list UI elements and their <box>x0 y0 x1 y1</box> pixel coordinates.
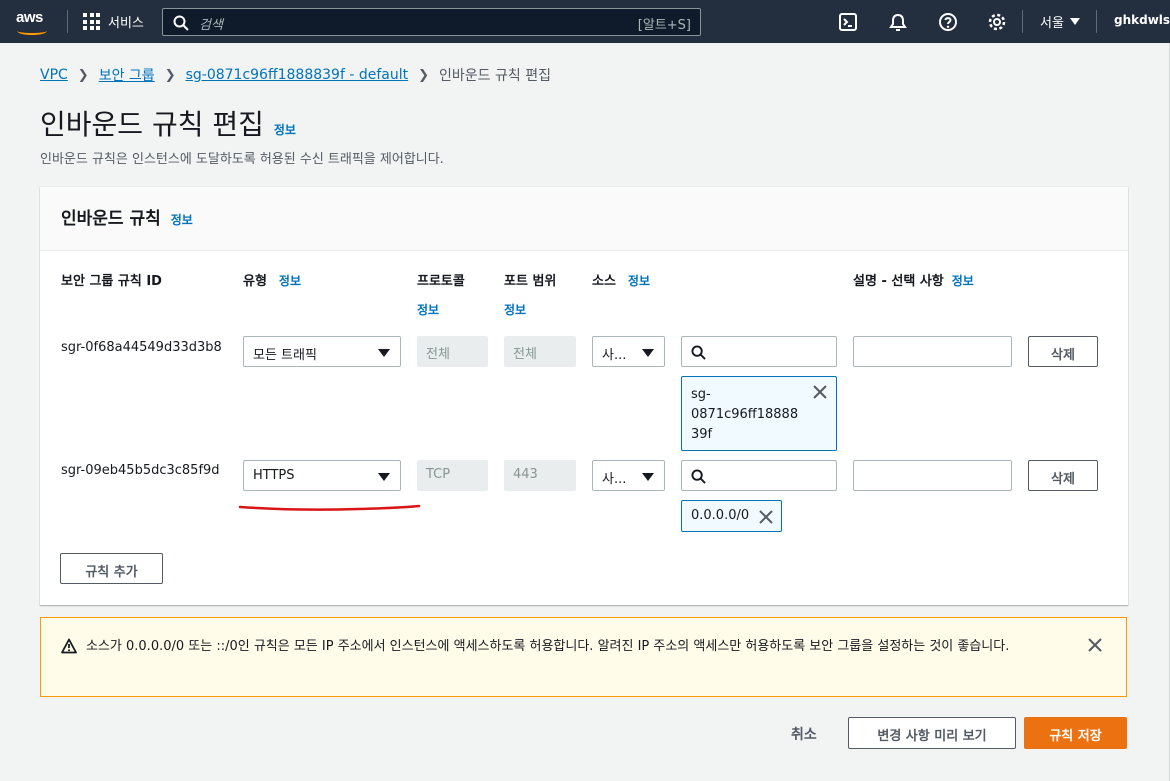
caret-down-icon <box>1069 18 1080 25</box>
panel-title: 인바운드 규칙 <box>61 209 161 229</box>
info-link[interactable]: 정보 <box>417 301 439 318</box>
page-title: 인바운드 규칙 편집 <box>40 108 264 141</box>
protocol-field: 전체 <box>417 336 488 367</box>
caret-down-icon <box>378 349 390 357</box>
bell-icon[interactable] <box>888 12 908 32</box>
services-label: 서비스 <box>108 16 144 31</box>
warning-text: 소스가 0.0.0.0/0 또는 ::/0인 규칙은 모든 IP 주소에서 인스… <box>86 639 1010 654</box>
close-icon[interactable] <box>813 385 827 399</box>
source-type-value: 사... <box>602 472 627 487</box>
source-token: sg- 0871c96ff18888 39f <box>681 376 837 451</box>
info-link[interactable]: 정보 <box>628 274 650 288</box>
description-input[interactable] <box>853 336 1012 367</box>
search-icon <box>691 345 706 360</box>
source-token-label: sg- 0871c96ff18888 39f <box>691 385 798 445</box>
source-type-select[interactable]: 사... <box>592 460 665 491</box>
close-icon[interactable] <box>1088 638 1102 652</box>
info-link[interactable]: 정보 <box>504 301 526 318</box>
services-menu[interactable]: 서비스 <box>83 12 144 31</box>
warning-alert: 소스가 0.0.0.0/0 또는 ::/0인 규칙은 모든 IP 주소에서 인스… <box>40 617 1127 697</box>
red-underline-annotation <box>238 504 421 511</box>
caret-down-icon <box>378 473 390 481</box>
cloudshell-icon[interactable] <box>838 12 858 32</box>
search-shortcut: [알트+S] <box>637 18 691 33</box>
breadcrumb-security-group[interactable]: sg-0871c96ff1888839f - default <box>186 67 409 83</box>
source-token-line: 39f <box>691 427 713 442</box>
col-header-protocol: 프로토콜 <box>417 274 465 289</box>
description-input[interactable] <box>853 460 1012 491</box>
search-icon <box>691 469 706 484</box>
source-token-line: sg- <box>691 387 711 402</box>
col-source-label: 소스 <box>592 274 616 289</box>
breadcrumb-security-groups[interactable]: 보안 그룹 <box>99 65 155 85</box>
inbound-rules-panel: 인바운드 규칙 정보 보안 그룹 규칙 ID 유형 정보 프로토콜 정보 포트 범… <box>40 187 1128 605</box>
chevron-right-icon: ❯ <box>77 67 89 83</box>
col-header-type: 유형 정보 <box>243 270 301 289</box>
grid-icon <box>83 13 100 30</box>
delete-button[interactable]: 삭제 <box>1028 460 1098 491</box>
delete-button[interactable]: 삭제 <box>1028 336 1098 367</box>
close-icon[interactable] <box>759 510 773 524</box>
source-token: 0.0.0.0/0 <box>681 500 782 532</box>
page-description: 인바운드 규칙은 인스턴스에 도달하도록 허용된 수신 트래픽을 제어합니다. <box>40 152 444 167</box>
type-select[interactable]: HTTPS <box>243 460 401 491</box>
source-type-value: 사... <box>602 348 627 363</box>
panel-heading: 인바운드 규칙 정보 <box>61 204 193 229</box>
col-header-source: 소스 정보 <box>592 270 650 289</box>
region-label: 서울 <box>1040 16 1064 31</box>
source-search-input[interactable] <box>681 460 837 491</box>
search-input[interactable]: 검색 [알트+S] <box>162 8 701 36</box>
port-range-field: 전체 <box>504 336 576 367</box>
top-navigation: aws 서비스 검색 [알트+S] 서울 ghkdwls30 <box>0 0 1170 43</box>
protocol-field: TCP <box>417 460 488 491</box>
warning-icon <box>61 638 77 654</box>
info-link[interactable]: 정보 <box>279 274 301 288</box>
col-description-label: 설명 - 선택 사항 <box>853 274 944 289</box>
nav-divider <box>1096 10 1097 33</box>
caret-down-icon <box>642 473 654 481</box>
chevron-right-icon: ❯ <box>418 67 430 83</box>
preview-changes-button[interactable]: 변경 사항 미리 보기 <box>848 717 1016 749</box>
type-value: HTTPS <box>253 468 295 483</box>
rule-id: sgr-09eb45b5dc3c85f9d <box>61 463 220 478</box>
aws-logo[interactable]: aws <box>16 9 52 35</box>
source-type-select[interactable]: 사... <box>592 336 665 367</box>
info-link[interactable]: 정보 <box>952 274 974 288</box>
page-heading: 인바운드 규칙 편집 정보 <box>40 103 296 143</box>
chevron-right-icon: ❯ <box>164 67 176 83</box>
port-range-field: 443 <box>504 460 576 491</box>
nav-divider <box>67 10 68 33</box>
nav-divider <box>1022 10 1023 33</box>
caret-down-icon <box>642 349 654 357</box>
type-select[interactable]: 모든 트래픽 <box>243 336 401 367</box>
help-icon[interactable] <box>938 12 958 32</box>
search-placeholder: 검색 <box>199 18 223 33</box>
rule-id: sgr-0f68a44549d33d3b8 <box>61 340 222 355</box>
add-rule-button[interactable]: 규칙 추가 <box>60 553 163 584</box>
save-rules-button[interactable]: 규칙 저장 <box>1024 717 1127 749</box>
info-link[interactable]: 정보 <box>274 121 296 138</box>
logo-text: aws <box>16 9 43 26</box>
main-content: VPC ❯ 보안 그룹 ❯ sg-0871c96ff1888839f - def… <box>0 43 1170 781</box>
region-selector[interactable]: 서울 <box>1040 12 1080 31</box>
gear-icon[interactable] <box>987 12 1007 32</box>
logo-smile <box>17 27 47 35</box>
source-token-label: 0.0.0.0/0 <box>691 508 750 523</box>
source-token-line: 0871c96ff18888 <box>691 407 799 422</box>
panel-header: 인바운드 규칙 정보 <box>40 187 1128 251</box>
breadcrumb: VPC ❯ 보안 그룹 ❯ sg-0871c96ff1888839f - def… <box>40 65 551 85</box>
col-type-label: 유형 <box>243 274 267 289</box>
info-link[interactable]: 정보 <box>171 211 193 228</box>
source-search-input[interactable] <box>681 336 837 367</box>
col-header-rule-id: 보안 그룹 규칙 ID <box>61 274 162 289</box>
col-header-port-range: 포트 범위 <box>504 274 557 289</box>
account-menu[interactable]: ghkdwls30 <box>1114 13 1170 27</box>
type-value: 모든 트래픽 <box>253 348 317 363</box>
breadcrumb-current: 인바운드 규칙 편집 <box>439 68 551 84</box>
col-header-description: 설명 - 선택 사항 정보 <box>853 270 974 289</box>
search-icon <box>173 15 189 31</box>
cancel-button[interactable]: 취소 <box>791 724 817 744</box>
breadcrumb-vpc[interactable]: VPC <box>40 67 68 83</box>
